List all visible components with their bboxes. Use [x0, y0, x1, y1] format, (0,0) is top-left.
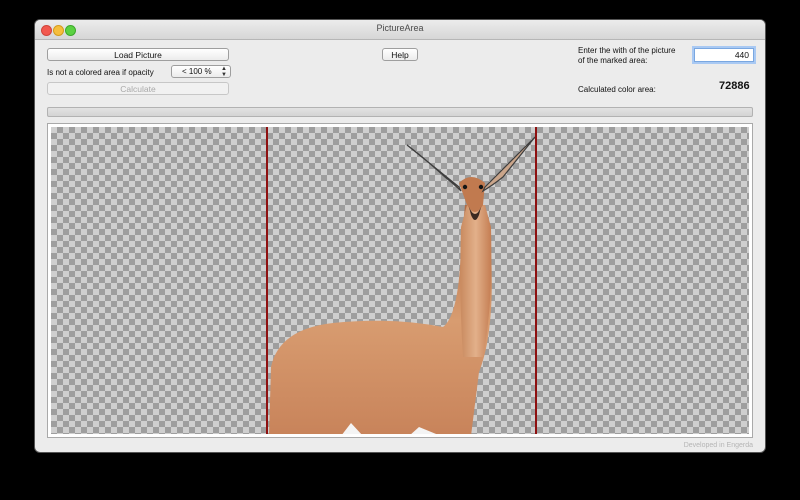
load-picture-button[interactable]: Load Picture: [47, 48, 229, 61]
result-value: 72886: [719, 80, 750, 92]
width-input[interactable]: 440: [694, 48, 754, 62]
title-bar: PictureArea: [35, 20, 765, 40]
result-label: Calculated color area:: [578, 85, 656, 94]
width-prompt-line1: Enter the with of the picture: [578, 46, 676, 55]
width-prompt-line2: of the marked area:: [578, 56, 648, 65]
opacity-value: < 100 %: [182, 67, 212, 76]
opacity-select[interactable]: < 100 % ▲ ▼: [171, 65, 231, 78]
right-marker-line[interactable]: [535, 127, 537, 434]
stepper-arrows-icon: ▲ ▼: [221, 66, 227, 78]
image-view[interactable]: [47, 123, 753, 438]
opacity-label: Is not a colored area if opacity: [47, 68, 154, 77]
calculate-button[interactable]: Calculate: [47, 82, 229, 95]
progress-bar: [47, 107, 753, 117]
gazelle-image: [269, 136, 536, 434]
window-title: PictureArea: [376, 23, 424, 33]
transparency-checkerboard: [51, 127, 749, 434]
help-button[interactable]: Help: [382, 48, 418, 61]
footer-credit: Developed in Engerda: [683, 442, 753, 449]
app-window: PictureArea Load Picture Help Is not a c…: [35, 20, 765, 452]
left-marker-line[interactable]: [266, 127, 268, 434]
